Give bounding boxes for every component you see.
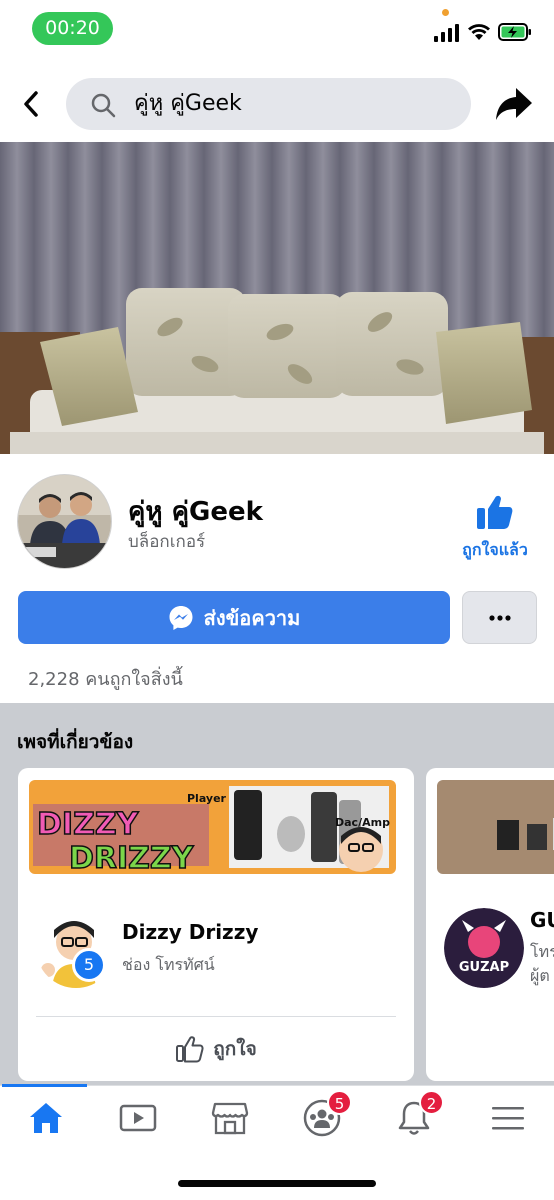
related-page-card[interactable]: DIZZY DRIZZY Player Dac/Amp 5 Dizzy Driz…	[18, 768, 414, 1081]
related-page-name: GU	[530, 908, 554, 932]
notification-count-badge: 5	[72, 948, 106, 982]
guzap-logo-text: GUZAP	[459, 960, 509, 975]
related-page-banner[interactable]: DIZZY DRIZZY Player Dac/Amp	[29, 780, 396, 874]
page-title: คู่หู คู่Geek	[128, 497, 263, 527]
related-page-category: โทร ผู้ต	[530, 940, 554, 988]
like-page-label: ถูกใจ	[213, 1038, 257, 1060]
notifications-badge: 2	[419, 1090, 444, 1115]
related-page-category-line-1: โทร	[530, 942, 554, 961]
back-button[interactable]	[14, 86, 48, 122]
privacy-indicator-dot	[442, 9, 449, 16]
watch-video-icon	[119, 1104, 157, 1132]
chevron-left-icon	[24, 91, 38, 117]
battery-charging-icon	[498, 23, 531, 41]
like-page-button[interactable]: ถูกใจ	[18, 1020, 414, 1078]
more-options-button[interactable]	[462, 591, 537, 644]
share-arrow-icon[interactable]	[494, 84, 534, 124]
nav-home-tab[interactable]	[16, 1096, 76, 1140]
send-message-button[interactable]: ส่งข้อความ	[18, 591, 450, 644]
related-page-banner[interactable]	[437, 780, 554, 874]
liked-button[interactable]: ถูกใจแล้ว	[455, 492, 535, 564]
related-page-name: Dizzy Drizzy	[122, 920, 259, 944]
top-bar: คู่หู คู่Geek	[0, 70, 554, 140]
search-query-text: คู่หู คู่Geek	[134, 91, 242, 116]
liked-label: ถูกใจแล้ว	[462, 540, 528, 559]
nav-watch-tab[interactable]	[108, 1096, 168, 1140]
messenger-icon	[169, 605, 193, 630]
nav-notifications-tab[interactable]: 2	[384, 1090, 444, 1140]
signal-icon	[434, 24, 459, 42]
marketplace-icon	[211, 1102, 249, 1135]
thumbs-up-filled-icon	[477, 495, 513, 529]
active-tab-indicator	[2, 1084, 87, 1087]
banner-text-2: DRIZZY	[69, 841, 195, 874]
nav-marketplace-tab[interactable]	[200, 1096, 260, 1140]
home-indicator	[178, 1180, 376, 1187]
section-title: เพจที่เกี่ยวข้อง	[17, 731, 134, 753]
related-page-avatar[interactable]: GUZAP	[444, 908, 524, 988]
menu-icon	[492, 1107, 524, 1130]
nav-groups-tab[interactable]: 5	[292, 1090, 352, 1140]
banner-tag-player: Player	[187, 792, 227, 805]
more-dots-icon	[488, 614, 511, 621]
cover-photo[interactable]	[0, 142, 554, 454]
banner-text-1: DIZZY	[37, 807, 140, 842]
search-input[interactable]: คู่หู คู่Geek	[66, 78, 471, 130]
status-time: 00:20	[32, 12, 113, 45]
bottom-navigation: 5 2	[0, 1084, 554, 1200]
nav-menu-tab[interactable]	[478, 1096, 538, 1140]
banner-tag-dac-amp: Dac/Amp	[335, 816, 390, 829]
thumbs-up-outline-icon	[176, 1036, 204, 1063]
wifi-icon	[468, 24, 490, 40]
related-pages-section: เพจที่เกี่ยวข้อง DIZZY DRIZZY Player Dac…	[0, 703, 554, 1085]
send-message-label: ส่งข้อความ	[203, 605, 301, 630]
groups-badge: 5	[327, 1090, 352, 1115]
home-icon	[30, 1103, 62, 1133]
search-icon	[91, 93, 116, 118]
related-page-category-line-2: ผู้ต	[530, 966, 550, 985]
related-page-category: ช่อง โทรทัศน์	[122, 955, 215, 974]
page-category: บล็อกเกอร์	[128, 532, 206, 552]
card-divider	[36, 1016, 396, 1017]
status-bar: 00:20	[0, 0, 554, 60]
related-page-card[interactable]: GUZAP GU โทร ผู้ต	[426, 768, 554, 1081]
page-likes-count: 2,228 คนถูกใจสิ่งนี้	[28, 669, 183, 690]
page-profile-picture[interactable]	[17, 474, 112, 569]
